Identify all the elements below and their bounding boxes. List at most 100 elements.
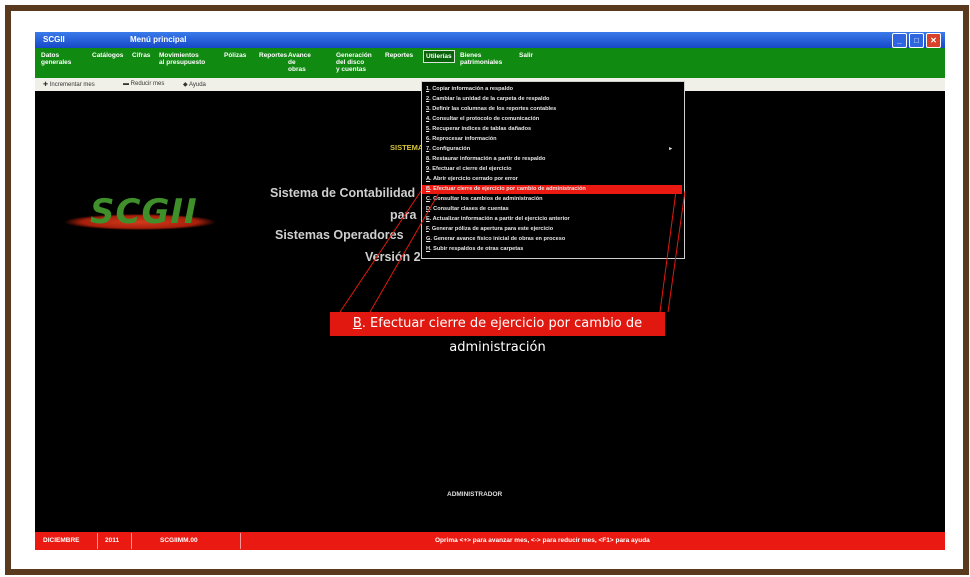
submenu-arrow-icon: ▸ [669, 146, 672, 152]
dropdown-item-c[interactable]: C. Consultar los cambios de administraci… [426, 195, 678, 204]
menu-item-movimientos-al-presupuesto[interactable]: Movimientos al presupuesto [159, 52, 205, 66]
dropdown-item-label: . Consultar los cambios de administració… [430, 196, 543, 202]
system-name-line3: Sistemas Operadores [275, 228, 404, 242]
dropdown-item-label: . Copiar información a respaldo [429, 86, 514, 92]
menu-item-reportes[interactable]: Reportes [259, 52, 287, 59]
dropdown-item-9[interactable]: 9. Efectuar el cierre del ejercicio [426, 165, 678, 174]
menu-item-avance-de-obras[interactable]: Avance de obras [288, 52, 311, 73]
dropdown-item-label: . Generar avance físico inicial de obras… [430, 236, 566, 242]
dropdown-item-label: . Consultar el protocolo de comunicación [429, 116, 540, 122]
menu-item-label: obras [288, 66, 306, 73]
dropdown-item-label: . Restaurar información a partir de resp… [429, 156, 546, 162]
menu-item-datos-generales[interactable]: Datos generales [41, 52, 71, 66]
dropdown-item-label: . Subir respaldos de otras carpetas [430, 246, 524, 252]
menu-item-polizas[interactable]: Pólizas [224, 52, 246, 59]
dropdown-item-3[interactable]: 3. Definir las columnas de los reportes … [426, 105, 678, 114]
dropdown-item-label: . Cambiar la unidad de la carpeta de res… [429, 96, 550, 102]
menu-item-label: generales [41, 59, 72, 66]
utilerias-dropdown-menu: 1. Copiar información a respaldo 2. Cambi… [421, 81, 685, 259]
menu-item-label: Reportes [385, 52, 414, 59]
dropdown-item-6[interactable]: 6. Reprocesar información [426, 135, 678, 144]
menu-item-label: Salir [519, 52, 534, 59]
dropdown-item-d[interactable]: D. Consultar clases de cuentas [426, 205, 678, 214]
menu-item-label: Pólizas [224, 52, 247, 59]
dropdown-item-f[interactable]: F. Generar póliza de apertura para este … [426, 225, 678, 234]
dropdown-item-label: . Abrir ejercicio cerrado por error [430, 176, 518, 182]
menu-item-label: Movimientos [159, 52, 199, 59]
decrease-month-label: Reducir mes [130, 81, 165, 87]
menu-item-catalogos[interactable]: Catálogos [92, 52, 123, 59]
menu-item-label: Cifras [132, 52, 151, 59]
maximize-icon[interactable]: □ [909, 33, 924, 48]
dropdown-item-label: . Reprocesar información [429, 136, 497, 142]
callout-key: B [352, 316, 362, 331]
help-button[interactable]: ◆ Ayuda [183, 81, 206, 88]
callout-label: B. Efectuar cierre de ejercicio por camb… [330, 312, 665, 355]
help-label: Ayuda [188, 82, 206, 88]
status-year: 2011 [105, 537, 120, 544]
menu-item-bienes-patrimoniales[interactable]: Bienes patrimoniales [460, 52, 502, 66]
menu-item-utilerias[interactable]: Utilerías [423, 50, 455, 63]
close-icon[interactable]: ✕ [926, 33, 941, 48]
menu-item-label: Datos [41, 52, 60, 59]
logo-text: SCGII [90, 192, 198, 232]
dropdown-item-label: . Definir las columnas de los reportes c… [429, 106, 557, 112]
dropdown-item-label: . Configuración [429, 146, 471, 152]
status-hint: Oprima <+> para avanzar mes, <-> para re… [435, 537, 650, 544]
status-separator [131, 533, 132, 549]
title-bar: SCGII Menú principal _ □ ✕ [35, 32, 945, 48]
menu-item-generacion-del-disco-y-cuentas[interactable]: Generación del disco y cuentas [336, 52, 372, 73]
scgii-logo: SCGII [65, 186, 215, 234]
status-separator [97, 533, 98, 549]
system-name-line2: para [390, 208, 417, 222]
menu-item-cifras[interactable]: Cifras [132, 52, 150, 59]
menu-item-label: Reportes [259, 52, 288, 59]
dropdown-item-1[interactable]: 1. Copiar información a respaldo [426, 85, 678, 94]
menu-item-label: patrimoniales [460, 59, 503, 66]
menu-item-label: y cuentas [336, 66, 366, 73]
user-role-label: ADMINISTRADOR [447, 491, 503, 498]
menu-item-salir[interactable]: Salir [519, 52, 533, 59]
dropdown-item-5[interactable]: 5. Recuperar índices de tablas dañados [426, 125, 678, 134]
help-icon: ◆ [183, 82, 188, 88]
menu-item-label: de [288, 59, 296, 66]
dropdown-item-a[interactable]: A. Abrir ejercicio cerrado por error [426, 175, 678, 184]
dropdown-item-label: . Efectuar cierre de ejercicio por cambi… [430, 186, 586, 192]
menu-item-label: Utilerías [426, 53, 452, 60]
dropdown-item-h[interactable]: H. Subir respaldos de otras carpetas [426, 245, 678, 254]
dropdown-item-e[interactable]: E. Actualizar información a partir del e… [426, 215, 678, 224]
window-subtitle: Menú principal [130, 35, 187, 44]
menu-item-label: del disco [336, 59, 365, 66]
window-controls: _ □ ✕ [892, 33, 941, 48]
menu-item-label: al presupuesto [159, 59, 206, 66]
dropdown-item-label: . Actualizar información a partir del ej… [429, 216, 570, 222]
dropdown-item-g[interactable]: G. Generar avance físico inicial de obra… [426, 235, 678, 244]
dropdown-item-label: . Recuperar índices de tablas dañados [429, 126, 532, 132]
menu-item-label: Generación [336, 52, 372, 59]
increase-month-label: Incrementar mes [49, 82, 95, 88]
menu-item-label: Avance [288, 52, 311, 59]
dropdown-item-label: . Consultar clases de cuentas [430, 206, 509, 212]
menu-item-reportes[interactable]: Reportes [385, 52, 413, 59]
increase-month-button[interactable]: ✚ Incrementar mes [43, 81, 95, 88]
status-bar: DICIEMBRE 2011 SCGIIMM.00 Oprima <+> par… [35, 532, 945, 550]
version-label: Versión 2 [365, 250, 421, 264]
decrease-month-button[interactable]: ▬ Reducir mes [123, 81, 164, 87]
dropdown-item-4[interactable]: 4. Consultar el protocolo de comunicació… [426, 115, 678, 124]
status-separator [240, 533, 241, 549]
minimize-icon[interactable]: _ [892, 33, 907, 48]
system-name-line1: Sistema de Contabilidad [270, 186, 416, 200]
dropdown-item-2[interactable]: 2. Cambiar la unidad de la carpeta de re… [426, 95, 678, 104]
status-user: SCGIIMM.00 [160, 537, 198, 544]
menu-bar: Datos generales Catálogos Cifras Movimientos… [35, 48, 945, 78]
status-month: DICIEMBRE [43, 537, 80, 544]
system-heading: SISTEMA [390, 143, 424, 152]
dropdown-item-label: . Efectuar el cierre del ejercicio [429, 166, 512, 172]
dropdown-item-7[interactable]: 7. Configuración ▸ [426, 145, 678, 154]
dropdown-item-b[interactable]: B. Efectuar cierre de ejercicio por camb… [422, 185, 682, 194]
dropdown-item-label: . Generar póliza de apertura para este e… [428, 226, 554, 232]
app-title: SCGII [43, 35, 65, 44]
dropdown-item-8[interactable]: 8. Restaurar información a partir de res… [426, 155, 678, 164]
menu-item-label: Bienes [460, 52, 482, 59]
app-window: SCGII Menú principal _ □ ✕ Datos generale… [35, 32, 945, 550]
